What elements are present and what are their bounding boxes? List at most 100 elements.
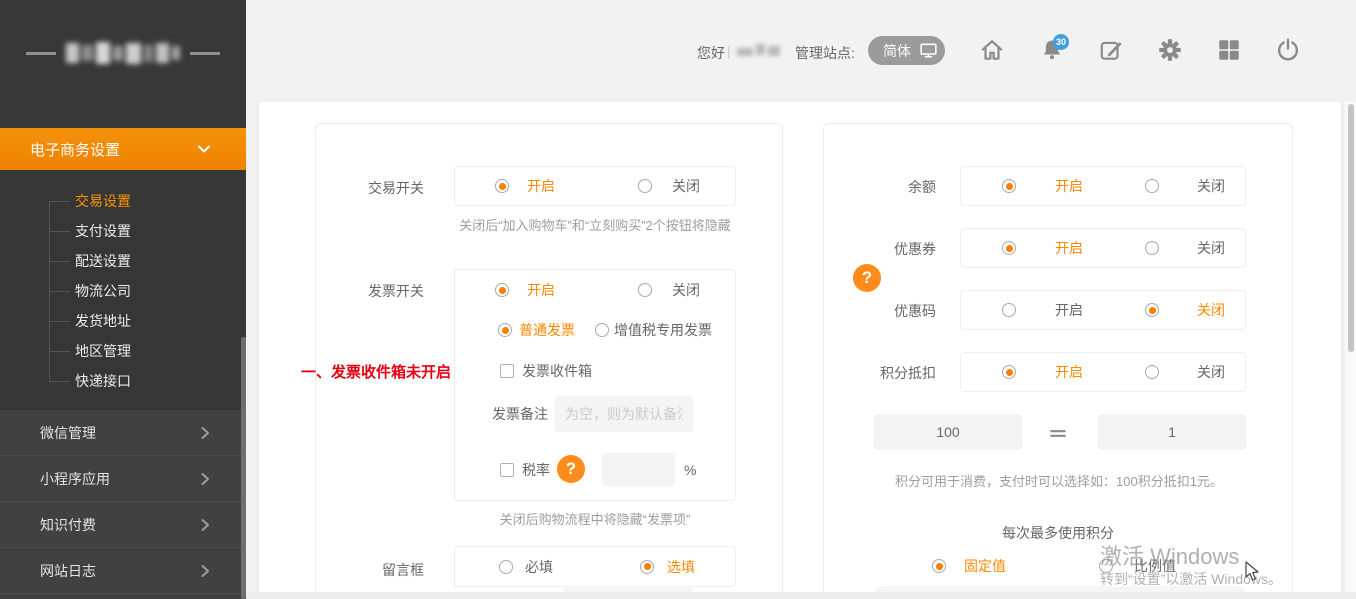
invoice-inbox-checkbox[interactable]: [500, 364, 514, 378]
greeting-text: 您好: [697, 43, 725, 63]
tax-rate-checkbox[interactable]: [500, 463, 514, 477]
invoice-off-radio[interactable]: [638, 283, 652, 297]
coupon-code-on-radio[interactable]: [1002, 303, 1016, 317]
invoice-on-label[interactable]: 开启: [527, 280, 555, 300]
transaction-help-text: 关闭后“加入购物车”和“立刻购买”2个按钮将隐藏: [454, 216, 736, 235]
invoice-inbox-annotation: 一、发票收件箱未开启: [301, 361, 451, 382]
sidebar-item-site-logs[interactable]: 网站日志: [0, 548, 246, 594]
logo-dash-left: [26, 52, 56, 55]
invoice-on-radio[interactable]: [495, 283, 509, 297]
invoice-settings-group: 开启 关闭 普通发票 增值税专用发票 发票收件箱 发票备注 税率 ?: [454, 269, 736, 501]
coupon-help-icon[interactable]: ?: [853, 264, 881, 292]
chevron-right-icon: [198, 472, 212, 486]
fixed-value-label[interactable]: 固定值: [964, 556, 1006, 576]
invoice-type-normal-radio[interactable]: [498, 323, 512, 337]
balance-switch-group: 开启 关闭: [960, 166, 1246, 206]
coupon-on-radio[interactable]: [1002, 241, 1016, 255]
app-logo-blurred: [0, 42, 246, 64]
language-label: 简体: [883, 41, 911, 61]
coupon-code-label: 优惠码: [824, 301, 936, 321]
tax-rate-label[interactable]: 税率: [522, 460, 550, 480]
message-optional-radio[interactable]: [640, 560, 654, 574]
sidebar-item-express-api[interactable]: 快递接口: [0, 366, 246, 396]
invoice-switch-label: 发票开关: [316, 281, 424, 301]
site-label: 管理站点:: [795, 43, 855, 63]
transaction-on-radio[interactable]: [495, 179, 509, 193]
group-label: 知识付费: [40, 515, 96, 535]
app-logo-area: [0, 0, 246, 128]
transaction-switch-label: 交易开关: [316, 178, 424, 198]
coupon-code-on-label[interactable]: 开启: [1055, 300, 1083, 320]
sidebar-next-item-partial: [0, 594, 246, 599]
message-required-radio[interactable]: [499, 560, 513, 574]
points-to-input[interactable]: [1098, 414, 1246, 450]
invoice-help-text: 关闭后购物流程中将隐藏“发票项”: [454, 510, 736, 529]
sidebar-item-region-management[interactable]: 地区管理: [0, 336, 246, 366]
points-on-radio[interactable]: [1002, 365, 1016, 379]
coupon-off-radio[interactable]: [1145, 241, 1159, 255]
points-off-radio[interactable]: [1145, 365, 1159, 379]
sidebar-item-knowledge-payment[interactable]: 知识付费: [0, 502, 246, 548]
logout-power-icon[interactable]: [1275, 37, 1301, 63]
message-box-group: 必填 选填: [454, 546, 736, 587]
invoice-tax-row: 税率 ? %: [455, 453, 735, 486]
sidebar-scrollbar-thumb[interactable]: [241, 337, 246, 599]
invoice-type-vat-label[interactable]: 增值税专用发票: [614, 320, 712, 340]
tax-rate-input[interactable]: [602, 453, 675, 486]
equals-sign: ＝: [1048, 418, 1068, 447]
points-switch-group: 开启 关闭: [960, 352, 1246, 392]
invoice-type-vat-radio[interactable]: [595, 323, 609, 337]
horizontal-scrollbar-band[interactable]: [246, 592, 1356, 599]
sidebar-item-miniprogram-app[interactable]: 小程序应用: [0, 456, 246, 502]
chevron-right-icon: [198, 564, 212, 578]
message-required-label[interactable]: 必填: [525, 557, 553, 577]
invoice-note-input[interactable]: [555, 396, 693, 432]
page-scrollbar-thumb[interactable]: [1348, 104, 1354, 352]
points-help-text: 积分可用于消费，支付时可以选择如：100积分抵扣1元。: [834, 472, 1284, 491]
coupon-label: 优惠券: [824, 239, 936, 259]
points-on-label[interactable]: 开启: [1055, 362, 1083, 382]
invoice-inbox-label[interactable]: 发票收件箱: [522, 361, 592, 381]
language-selector-pill[interactable]: 简体: [868, 36, 945, 65]
balance-off-radio[interactable]: [1145, 179, 1159, 193]
transaction-off-radio[interactable]: [638, 179, 652, 193]
group-label: 微信管理: [40, 423, 96, 443]
apps-grid-icon[interactable]: [1216, 37, 1242, 63]
sidebar-item-wechat-management[interactable]: 微信管理: [0, 410, 246, 456]
chevron-down-icon: [196, 141, 212, 157]
admin-settings-page: 电子商务设置 交易设置 支付设置 配送设置 物流公司 发货地址 地区管理 快递接…: [0, 0, 1356, 599]
sidebar-item-shipping-address[interactable]: 发货地址: [0, 306, 246, 336]
edit-compose-icon[interactable]: [1098, 37, 1124, 63]
monitor-icon: [919, 42, 938, 59]
home-icon[interactable]: [979, 37, 1005, 63]
sidebar-item-payment-settings[interactable]: 支付设置: [0, 216, 246, 246]
points-deduction-label: 积分抵扣: [824, 363, 936, 383]
fixed-value-radio[interactable]: [932, 559, 946, 573]
balance-off-label[interactable]: 关闭: [1197, 176, 1225, 196]
invoice-off-label[interactable]: 关闭: [672, 280, 700, 300]
points-from-input[interactable]: [874, 414, 1022, 450]
coupon-code-off-label[interactable]: 关闭: [1197, 300, 1225, 320]
message-optional-label[interactable]: 选填: [667, 557, 695, 577]
transaction-on-label[interactable]: 开启: [527, 176, 555, 196]
tax-help-icon[interactable]: ?: [557, 455, 585, 483]
coupon-off-label[interactable]: 关闭: [1197, 238, 1225, 258]
sidebar: 电子商务设置 交易设置 支付设置 配送设置 物流公司 发货地址 地区管理 快递接…: [0, 0, 246, 599]
points-off-label[interactable]: 关闭: [1197, 362, 1225, 382]
balance-on-radio[interactable]: [1002, 179, 1016, 193]
transaction-off-label[interactable]: 关闭: [672, 176, 700, 196]
sidebar-item-transaction-settings[interactable]: 交易设置: [0, 186, 246, 216]
sidebar-submenu: 交易设置 支付设置 配送设置 物流公司 发货地址 地区管理 快递接口: [0, 186, 246, 396]
group-label: 网站日志: [40, 561, 96, 581]
coupon-code-switch-group: 开启 关闭: [960, 290, 1246, 330]
balance-on-label[interactable]: 开启: [1055, 176, 1083, 196]
transaction-switch-group: 开启 关闭: [454, 166, 736, 206]
sidebar-item-ecommerce-settings[interactable]: 电子商务设置: [0, 128, 246, 170]
sidebar-item-logistics-company[interactable]: 物流公司: [0, 276, 246, 306]
coupon-switch-group: 开启 关闭: [960, 228, 1246, 268]
sidebar-item-delivery-settings[interactable]: 配送设置: [0, 246, 246, 276]
settings-gear-icon[interactable]: [1157, 37, 1183, 63]
invoice-type-normal-label[interactable]: 普通发票: [519, 320, 575, 340]
coupon-on-label[interactable]: 开启: [1055, 238, 1083, 258]
coupon-code-off-radio[interactable]: [1145, 303, 1159, 317]
